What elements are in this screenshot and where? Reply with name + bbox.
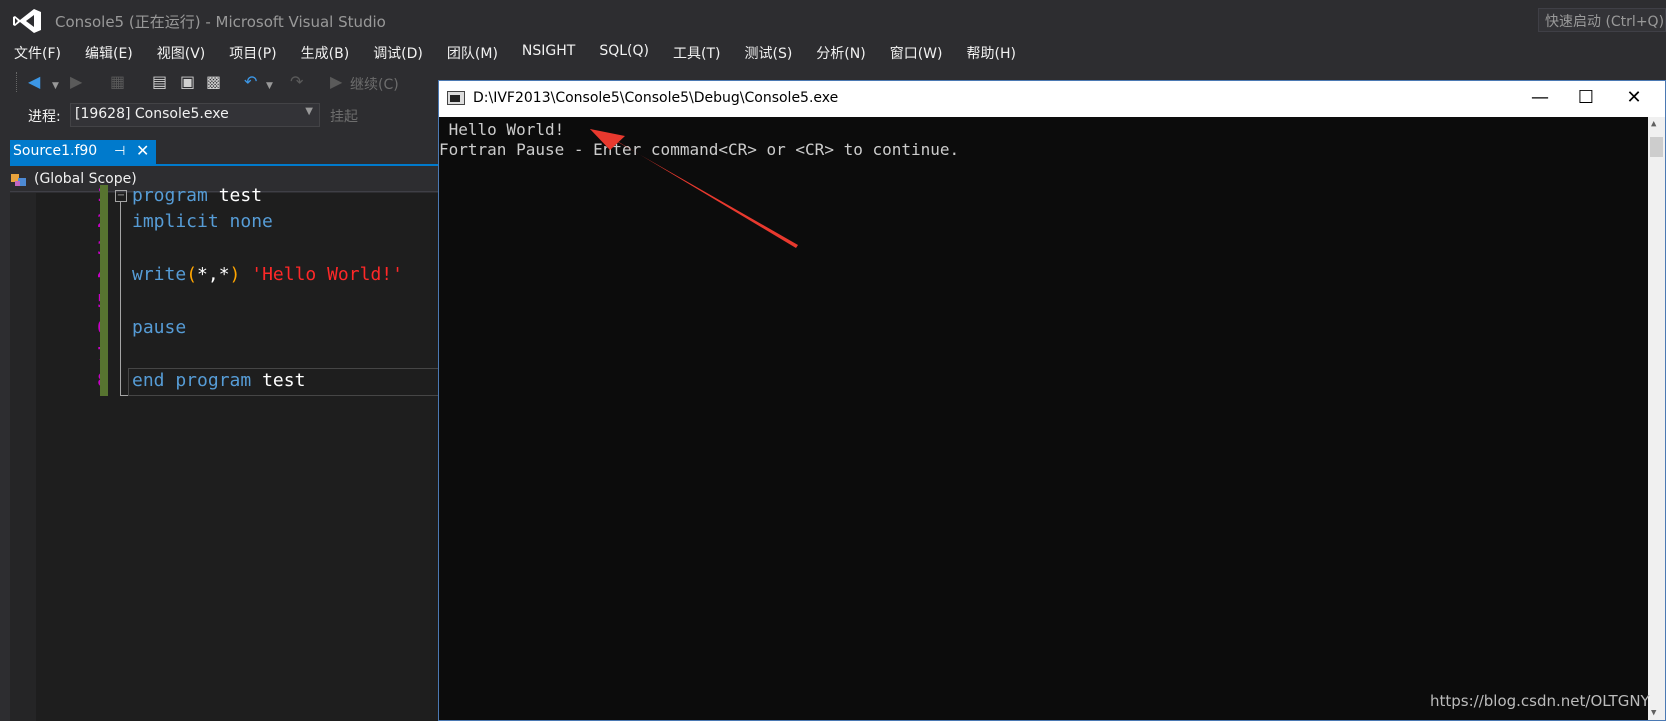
toolbar-grip[interactable] [16,72,20,92]
process-label: 进程: [28,109,61,125]
menu-debug[interactable]: 调试(D) [373,40,423,64]
indicator-margin [10,193,36,721]
console-title: D:\IVF2013\Console5\Console5\Debug\Conso… [473,90,839,106]
back-dropdown-icon[interactable]: ▼ [52,78,59,94]
paren: ) [229,264,241,285]
process-select[interactable]: [19628] Console5.exe ▼ [70,103,320,127]
scrollbar-thumb[interactable] [1650,137,1663,157]
code-line-2: implicit none [132,211,273,232]
undo-icon[interactable]: ↶ [244,74,257,90]
undo-dropdown-icon[interactable]: ▼ [266,78,273,94]
menu-team[interactable]: 团队(M) [447,40,498,64]
quick-launch-input[interactable]: 快速启动 (Ctrl+Q) [1538,8,1666,32]
change-tracking-bar [100,185,108,396]
menu-edit[interactable]: 编辑(E) [85,40,133,64]
global-scope-icon [11,174,26,186]
console-window[interactable]: D:\IVF2013\Console5\Console5\Debug\Conso… [438,80,1666,721]
new-project-icon[interactable]: ▦ [110,74,125,90]
keyword: program [132,185,208,206]
fold-guide-end [120,395,128,396]
code-line-8: end program test [132,370,305,391]
menu-analyze[interactable]: 分析(N) [816,40,865,64]
menu-file[interactable]: 文件(F) [14,40,61,64]
keyword: end program [132,370,252,391]
string-literal: 'Hello World!' [251,264,403,285]
menu-nsight[interactable]: NSIGHT [522,40,575,64]
collapse-icon[interactable]: − [115,190,127,202]
console-line: Fortran Pause - Enter command<CR> or <CR… [439,140,960,159]
format-args: *,* [197,264,230,285]
menu-window[interactable]: 窗口(W) [890,40,943,64]
menu-tools[interactable]: 工具(T) [673,40,720,64]
standard-toolbar: ◀ ▼ ▶ ▦ ▤ ▣ ▩ ↶ ▼ ↷ ▶ 继续(C) [0,68,440,98]
back-icon[interactable]: ◀ [28,74,40,90]
identifier: test [262,370,306,391]
menu-test[interactable]: 测试(S) [744,40,792,64]
chevron-down-icon: ▼ [305,106,313,117]
forward-icon[interactable]: ▶ [70,74,82,90]
console-title-bar[interactable]: D:\IVF2013\Console5\Console5\Debug\Conso… [439,81,1665,117]
menu-view[interactable]: 视图(V) [157,40,206,64]
redo-icon[interactable]: ↷ [290,74,303,90]
open-file-icon[interactable]: ▤ [152,74,167,90]
continue-icon[interactable]: ▶ [330,74,342,90]
identifier: test [218,185,263,206]
menu-help[interactable]: 帮助(H) [966,40,1015,64]
code-line-6: pause [132,317,187,338]
maximize-button[interactable]: ☐ [1563,84,1609,112]
paren: ( [186,264,198,285]
debug-location-toolbar: 进程: [19628] Console5.exe ▼ 挂起 [0,100,440,130]
fold-guide [120,202,121,395]
menu-bar: 文件(F) 编辑(E) 视图(V) 项目(P) 生成(B) 调试(D) 团队(M… [0,40,1026,64]
tab-label: Source1.f90 [13,143,98,159]
console-line: Hello World! [439,120,565,139]
save-all-icon[interactable]: ▩ [206,74,221,90]
close-icon[interactable]: ✕ [136,141,149,160]
minimize-button[interactable]: — [1517,84,1563,112]
code-editor[interactable]: 1 2 3 4 5 6 7 8 − program test implicit … [10,185,440,721]
console-output[interactable]: Hello World! Fortran Pause - Enter comma… [439,117,1665,720]
vertical-scrollbar[interactable]: ▲ ▼ [1648,117,1665,720]
console-icon [447,91,465,105]
code-line-4: write(*,*) 'Hello World!' [132,264,403,285]
close-button[interactable]: ✕ [1611,84,1657,112]
menu-build[interactable]: 生成(B) [301,40,350,64]
process-value: [19628] Console5.exe [75,106,229,122]
menu-project[interactable]: 项目(P) [229,40,276,64]
continue-button[interactable]: 继续(C) [350,74,399,94]
tab-source1[interactable]: Source1.f90 ⊣ ✕ [10,140,156,164]
tab-underline [10,164,440,166]
title-bar: Console5 (正在运行) - Microsoft Visual Studi… [0,0,1666,40]
watermark: https://blog.csdn.net/OLTGNY [1430,692,1650,710]
window-title: Console5 (正在运行) - Microsoft Visual Studi… [55,13,386,31]
keyword: write [132,264,187,285]
visual-studio-logo-icon [13,9,41,33]
pin-icon[interactable]: ⊣ [114,144,125,159]
scroll-up-icon[interactable]: ▲ [1651,119,1656,129]
save-icon[interactable]: ▣ [180,74,195,90]
scroll-down-icon[interactable]: ▼ [1651,708,1656,718]
code-line-1: program test [132,185,262,206]
suspend-button[interactable]: 挂起 [330,106,358,126]
menu-sql[interactable]: SQL(Q) [599,40,649,64]
